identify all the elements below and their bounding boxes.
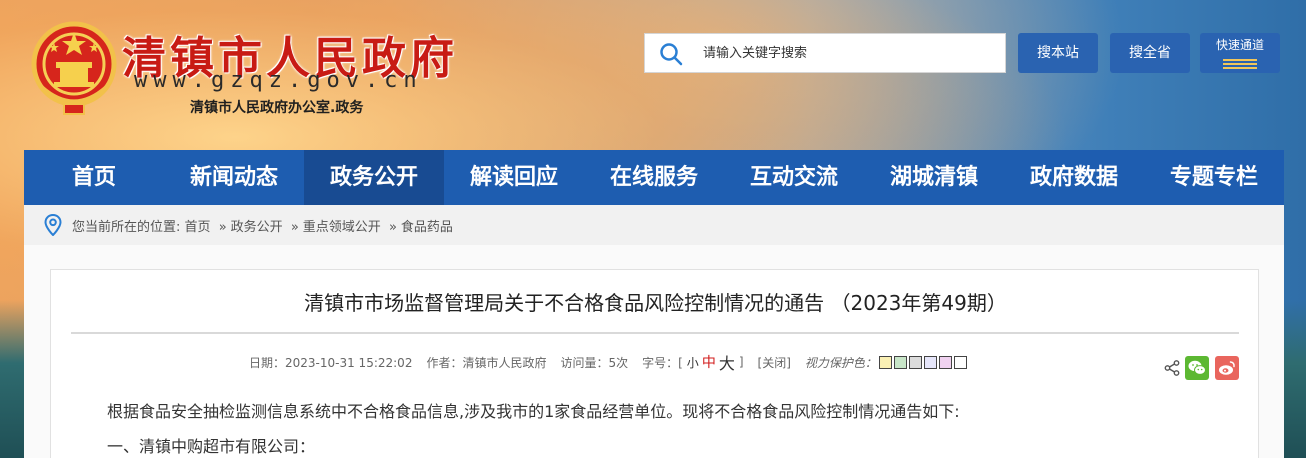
- nav-item-special-topics[interactable]: 专题专栏: [1144, 150, 1284, 205]
- nav-item-online-service[interactable]: 在线服务: [584, 150, 724, 205]
- nav-item-news[interactable]: 新闻动态: [164, 150, 304, 205]
- nav-item-gov-affairs[interactable]: 政务公开: [304, 150, 444, 205]
- font-size-label: 字号：[: [642, 355, 683, 370]
- nav-item-interaction[interactable]: 互动交流: [724, 150, 864, 205]
- site-header: 清镇市人民政府 www.gzqz.gov.cn 清镇市人民政府办公室.政务 搜本…: [0, 0, 1306, 150]
- breadcrumb-link-food-drugs[interactable]: 食品药品: [401, 220, 453, 235]
- font-size-medium[interactable]: 中: [702, 352, 716, 372]
- article-meta: 日期：2023-10-31 15:22:02 作者：清镇市人民政府 访问量：5次…: [249, 350, 967, 374]
- quick-access-label: 快速通道: [1215, 38, 1264, 52]
- vision-color-swatch[interactable]: [953, 355, 967, 369]
- font-size-large[interactable]: 大: [719, 350, 735, 374]
- font-size-small[interactable]: 小: [687, 354, 699, 371]
- vision-protect-label: 视力保护色：: [804, 355, 877, 370]
- search-site-button[interactable]: 搜本站: [1018, 33, 1098, 73]
- breadcrumb-separator: »: [218, 220, 227, 235]
- wechat-share-button[interactable]: [1185, 356, 1209, 380]
- breadcrumb: 您当前所在的位置: 首页 » 政务公开 » 重点领域公开 » 食品药品: [24, 205, 1284, 245]
- breadcrumb-separator: »: [290, 220, 299, 235]
- vision-color-swatch[interactable]: [878, 355, 892, 369]
- breadcrumb-prefix: 您当前所在的位置:: [72, 220, 181, 235]
- vision-color-swatch[interactable]: [908, 355, 922, 369]
- menu-lines-icon: [1223, 59, 1257, 69]
- quick-access-button[interactable]: 快速通道: [1200, 33, 1280, 73]
- meta-author: 作者：清镇市人民政府: [426, 355, 547, 370]
- national-emblem-icon: [31, 21, 117, 115]
- search-icon[interactable]: [659, 42, 683, 66]
- search-input[interactable]: [703, 34, 999, 72]
- nav-item-interpretation[interactable]: 解读回应: [444, 150, 584, 205]
- location-pin-icon: [44, 214, 62, 236]
- breadcrumb-separator: »: [388, 220, 397, 235]
- breadcrumb-link-home[interactable]: 首页: [185, 220, 211, 235]
- meta-views: 访问量：5次: [560, 355, 629, 370]
- search-box[interactable]: [644, 33, 1006, 73]
- main-nav: 首页 新闻动态 政务公开 解读回应 在线服务 互动交流 湖城清镇 政府数据 专题…: [24, 150, 1284, 205]
- nav-item-home[interactable]: 首页: [24, 150, 164, 205]
- breadcrumb-link-key-areas[interactable]: 重点领域公开: [303, 220, 381, 235]
- search-province-button[interactable]: 搜全省: [1110, 33, 1190, 73]
- article-title: 清镇市市场监督管理局关于不合格食品风险控制情况的通告 （2023年第49期）: [304, 291, 1007, 315]
- share-icon[interactable]: [1164, 360, 1180, 376]
- article-paragraph: 根据食品安全抽检监测信息系统中不合格食品信息,涉及我市的1家食品经营单位。现将不…: [107, 402, 960, 421]
- vision-color-swatch[interactable]: [923, 355, 937, 369]
- weibo-share-button[interactable]: [1215, 356, 1239, 380]
- nav-item-gov-data[interactable]: 政府数据: [1004, 150, 1144, 205]
- article: 清镇市市场监督管理局关于不合格食品风险控制情况的通告 （2023年第49期） 日…: [50, 269, 1259, 458]
- font-size-close-bracket: ]: [738, 355, 744, 369]
- vision-color-swatch[interactable]: [893, 355, 907, 369]
- site-url: www.gzqz.gov.cn: [134, 68, 423, 93]
- meta-date: 日期：2023-10-31 15:22:02: [249, 355, 413, 370]
- article-paragraph: 一、清镇中购超市有限公司：: [107, 437, 316, 456]
- weibo-icon: [1219, 361, 1235, 375]
- title-divider: [71, 332, 1239, 334]
- close-page-link[interactable]: [关闭]: [758, 354, 791, 371]
- nav-item-lake-city[interactable]: 湖城清镇: [864, 150, 1004, 205]
- site-organization: 清镇市人民政府办公室.政务: [190, 100, 364, 116]
- vision-color-swatch[interactable]: [938, 355, 952, 369]
- breadcrumb-link-gov-affairs[interactable]: 政务公开: [231, 220, 283, 235]
- wechat-icon: [1188, 360, 1206, 375]
